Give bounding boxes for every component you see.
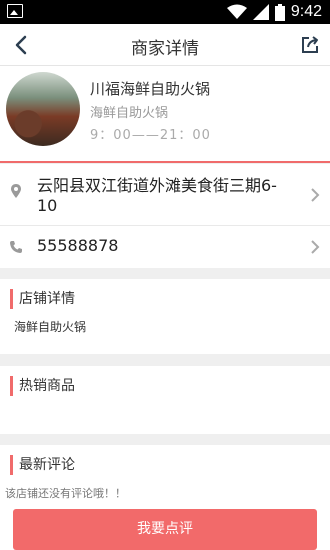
merchant-info: 川福海鲜自助火锅 海鲜自助火锅 9：00——21：00: [0, 66, 330, 162]
hot-products-section: 热销商品: [0, 366, 330, 434]
phone-number: 55588878: [37, 236, 119, 255]
section-title: 最新评论: [10, 455, 75, 475]
clock: 9:42: [290, 3, 322, 20]
no-reviews-text: 该店铺还没有评论哦！！: [5, 487, 126, 500]
accent-divider: [0, 161, 330, 163]
phone-icon: [9, 239, 23, 255]
section-title: 热销商品: [10, 376, 75, 396]
status-bar: 9:42: [0, 0, 330, 24]
location-pin-icon: [9, 183, 23, 199]
signal-icon: [252, 4, 269, 20]
shop-details-text: 海鲜自助火锅: [14, 320, 87, 334]
address-text: 云阳县双江街道外滩美食街三期6-10: [37, 176, 277, 215]
phone-row[interactable]: 55588878: [0, 226, 330, 268]
address-row[interactable]: 云阳县双江街道外滩美食街三期6-10: [0, 164, 330, 226]
business-hours: 9：00——21：00: [90, 128, 211, 143]
battery-icon: [274, 3, 285, 21]
write-review-button[interactable]: 我要点评: [13, 509, 317, 550]
merchant-name: 川福海鲜自助火锅: [90, 80, 211, 98]
merchant-photo: [6, 72, 80, 146]
shop-details-section: 店铺详情 海鲜自助火锅: [0, 279, 330, 354]
top-nav-bar: 商家详情: [0, 24, 330, 66]
section-title: 店铺详情: [10, 289, 75, 309]
share-icon[interactable]: [298, 33, 322, 57]
page-title: 商家详情: [131, 39, 199, 59]
chevron-right-icon: [310, 187, 320, 203]
app-notification-icon: [7, 4, 23, 18]
merchant-category: 海鲜自助火锅: [90, 106, 169, 121]
wifi-icon: [226, 4, 247, 20]
status-indicators: 9:42: [226, 2, 322, 22]
bottom-action-bar: 我要点评: [0, 505, 330, 550]
chevron-right-icon: [310, 239, 320, 255]
latest-reviews-section: 最新评论 该店铺还没有评论哦！！: [0, 445, 330, 505]
